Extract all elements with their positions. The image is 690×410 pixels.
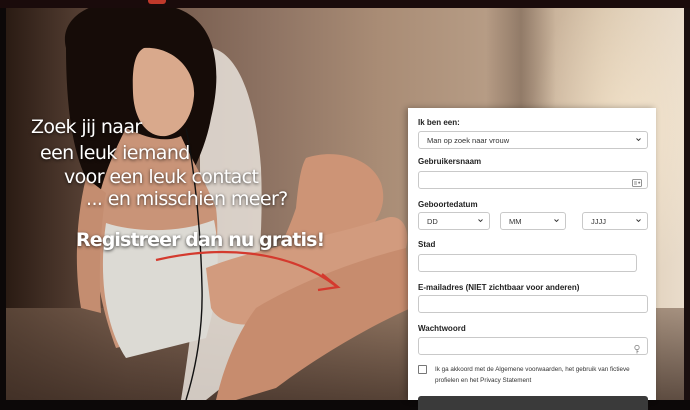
chevron-down-icon <box>636 218 641 223</box>
headline-line-4: ... en misschien meer? <box>86 188 288 210</box>
headline-line-3: voor een leuk contact <box>64 166 259 188</box>
hero-headline: Zoek jij naar een leuk iemand voor een l… <box>6 8 406 400</box>
terms-text: Ik ga akkoord met de Algemene voorwaarde… <box>435 366 630 384</box>
chevron-down-icon <box>636 137 641 142</box>
page-edge <box>684 8 690 400</box>
username-input[interactable] <box>418 171 648 189</box>
year-select-value: JJJJ <box>591 217 606 226</box>
birthdate-label: Geboortedatum <box>418 200 478 209</box>
city-input[interactable] <box>418 254 637 272</box>
email-label: E-mailadres (NIET zichtbaar voor anderen… <box>418 283 580 292</box>
day-select-value: DD <box>427 217 438 226</box>
iam-select-value: Man op zoek naar vrouw <box>427 136 510 145</box>
password-label: Wachtwoord <box>418 324 466 333</box>
year-select[interactable]: JJJJ <box>582 212 648 230</box>
register-cta-text: Registreer dan nu gratis! <box>76 229 325 251</box>
terms-checkbox[interactable] <box>418 365 427 374</box>
city-label: Stad <box>418 240 436 249</box>
chevron-down-icon <box>554 218 559 223</box>
submit-button[interactable] <box>418 396 648 410</box>
registration-form: Ik ben een: Man op zoek naar vrouw Gebru… <box>408 108 656 410</box>
contact-card-icon[interactable] <box>632 175 642 193</box>
key-icon[interactable] <box>632 341 642 359</box>
username-label: Gebruikersnaam <box>418 157 482 166</box>
iam-select[interactable]: Man op zoek naar vrouw <box>418 131 648 149</box>
day-select[interactable]: DD <box>418 212 490 230</box>
month-select-value: MM <box>509 217 522 226</box>
month-select[interactable]: MM <box>500 212 566 230</box>
iam-label: Ik ben een: <box>418 118 460 127</box>
top-bar <box>0 0 690 8</box>
headline-line-2: een leuk iemand <box>40 142 190 164</box>
email-input[interactable] <box>418 295 648 313</box>
chevron-down-icon <box>478 218 483 223</box>
logo-accent <box>148 0 166 4</box>
headline-line-1: Zoek jij naar <box>31 116 142 138</box>
password-input[interactable] <box>418 337 648 355</box>
